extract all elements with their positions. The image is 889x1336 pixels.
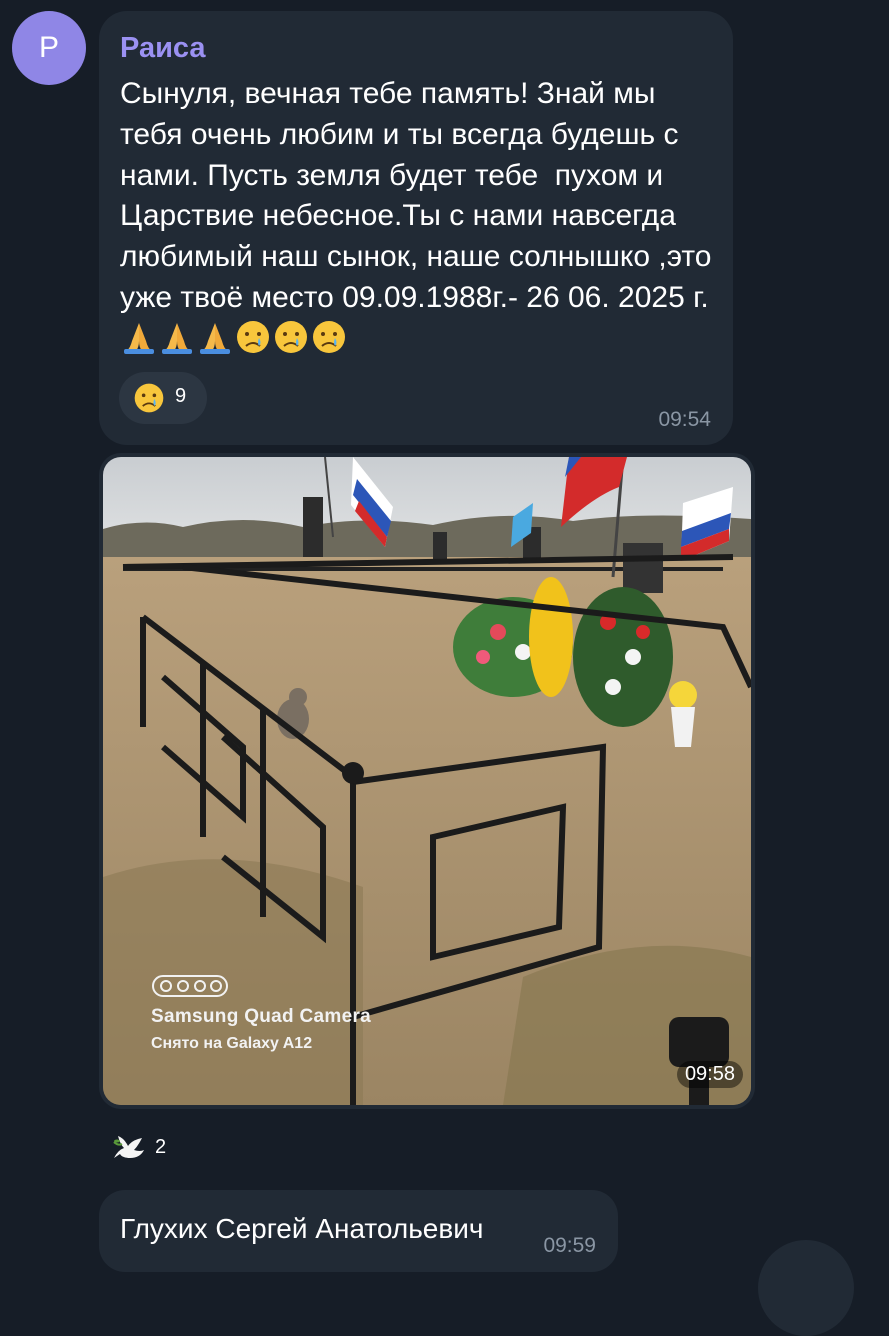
folded-hands-icon <box>124 322 154 354</box>
message-bubble-text[interactable]: Раиса Сынуля, вечная тебе память! Знай м… <box>99 11 733 445</box>
sender-avatar[interactable]: Р <box>12 11 86 85</box>
message-bubble-text[interactable]: Глухих Сергей Анатольевич 09:59 <box>99 1190 618 1272</box>
message-body: Сынуля, вечная тебе память! Знай мы тебя… <box>120 77 720 314</box>
folded-hands-icon <box>200 322 230 354</box>
message-time: 09:54 <box>658 408 711 431</box>
reaction-count: 9 <box>175 385 187 407</box>
crying-face-icon <box>134 383 164 413</box>
camera-watermark: Samsung Quad Camera <box>151 1006 372 1027</box>
message-text: Сынуля, вечная тебе память! Знай мы тебя… <box>120 74 720 360</box>
photo-time: 09:58 <box>676 1061 743 1088</box>
sender-name[interactable]: Раиса <box>120 32 206 65</box>
message-time: 09:59 <box>543 1234 596 1257</box>
emoji-row <box>120 320 348 355</box>
dove-icon <box>113 1136 144 1158</box>
message-text: Глухих Сергей Анатольевич <box>120 1213 484 1244</box>
reaction-count: 2 <box>155 1136 167 1158</box>
reaction-chip[interactable]: 9 <box>119 372 207 424</box>
crying-face-icon <box>237 320 269 353</box>
crying-face-icon <box>275 320 307 353</box>
folded-hands-icon <box>162 322 192 354</box>
photo-message[interactable]: Samsung Quad Camera Снято на Galaxy A12 … <box>99 453 755 1109</box>
camera-watermark-subtitle: Снято на Galaxy A12 <box>151 1035 313 1052</box>
crying-face-icon <box>313 320 345 353</box>
scroll-down-button[interactable] <box>758 1240 854 1336</box>
